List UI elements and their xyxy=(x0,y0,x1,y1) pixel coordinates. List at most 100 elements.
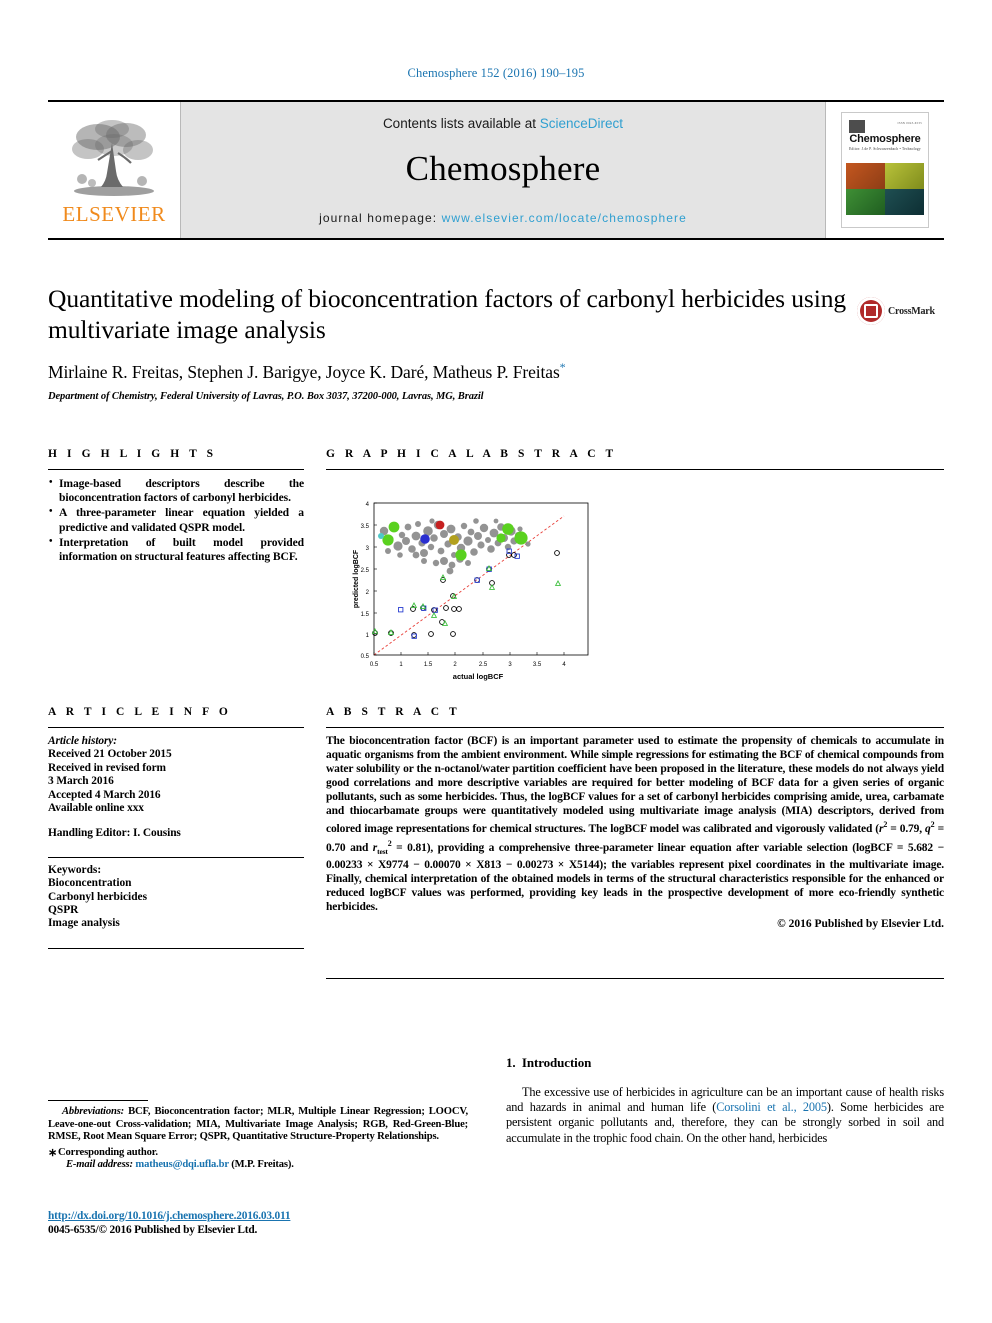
svg-text:1.5: 1.5 xyxy=(361,612,370,618)
keyword-item: Bioconcentration xyxy=(48,877,132,890)
cover-journal-title: Chemosphere xyxy=(849,133,921,145)
abstract-rule xyxy=(326,727,944,728)
cover-elsevier-logo-icon xyxy=(849,120,865,133)
journal-masthead: ELSEVIER Contents lists available at Sci… xyxy=(48,100,944,240)
highlights-rule xyxy=(48,469,304,470)
list-item: Image-based descriptors describe the bio… xyxy=(48,476,304,505)
abstract-heading: A B S T R A C T xyxy=(326,706,461,718)
homepage-prefix: journal homepage: xyxy=(319,210,442,225)
corresponding-author-note: Corresponding author. xyxy=(48,1147,468,1160)
svg-text:2: 2 xyxy=(366,590,370,596)
citation-link[interactable]: Corsolini et al., 2005 xyxy=(716,1100,827,1114)
crossmark-icon xyxy=(857,297,885,325)
affiliation: Department of Chemistry, Federal Univers… xyxy=(48,390,484,402)
cover-leaf-collage xyxy=(846,163,924,215)
graphical-abstract-rule xyxy=(326,469,944,470)
info-bottom-rule xyxy=(48,948,304,949)
email-note: E-mail address: matheus@dqi.ufla.br (M.P… xyxy=(48,1159,468,1172)
page-title: Quantitative modeling of bioconcentratio… xyxy=(48,284,847,344)
cover-quadrant-orange xyxy=(846,163,885,189)
sciencedirect-link[interactable]: ScienceDirect xyxy=(540,116,623,131)
svg-text:3.5: 3.5 xyxy=(533,662,542,668)
history-received: Received 21 October 2015 xyxy=(48,748,172,761)
author-names: Mirlaine R. Freitas, Stephen J. Barigye,… xyxy=(48,361,560,382)
contents-prefix: Contents lists available at xyxy=(382,115,540,131)
introduction-title: Introduction xyxy=(521,1055,592,1070)
svg-text:1: 1 xyxy=(366,633,370,639)
keywords-label: Keywords: xyxy=(48,863,102,876)
svg-text:2.5: 2.5 xyxy=(479,662,488,668)
svg-text:0.5: 0.5 xyxy=(370,662,379,668)
journal-title: Chemosphere xyxy=(405,148,601,188)
svg-text:4: 4 xyxy=(562,662,566,668)
journal-center-block: Contents lists available at ScienceDirec… xyxy=(180,102,826,238)
stat-r2-value: = 0.79, xyxy=(887,823,926,836)
footnotes-block: Abbreviations: BCF, Bioconcentration fac… xyxy=(48,1100,468,1172)
email-suffix: (M.P. Freitas). xyxy=(228,1159,294,1171)
email-link[interactable]: matheus@dqi.ufla.br xyxy=(135,1159,229,1170)
history-revised-date: 3 March 2016 xyxy=(48,775,114,788)
cover-quadrant-teal xyxy=(885,189,924,215)
elsevier-logo: ELSEVIER xyxy=(48,102,180,238)
svg-text:2: 2 xyxy=(453,662,457,668)
introduction-heading: 1. Introduction xyxy=(506,1055,944,1071)
handling-editor: Handling Editor: I. Cousins xyxy=(48,827,181,840)
svg-text:0.5: 0.5 xyxy=(361,654,370,660)
crossmark-badge[interactable]: CrossMark xyxy=(857,288,943,334)
history-accepted: Accepted 4 March 2016 xyxy=(48,788,161,801)
elsevier-tree-icon xyxy=(72,120,154,196)
article-history: Article history: Received 21 October 201… xyxy=(48,735,304,841)
equation-var-1: X9774 xyxy=(378,859,409,872)
history-label: Article history: xyxy=(48,735,117,747)
paper-page: Chemosphere 152 (2016) 190–195 ELSEVIER … xyxy=(0,0,992,1323)
abbreviations-label: Abbreviations: xyxy=(62,1106,125,1117)
graphical-abstract-section: G R A P H I C A L A B S T R A C T 4 3.5 … xyxy=(326,448,944,706)
graphical-abstract-scatter-chart: 4 3.5 3 2.5 2 1.5 1 0.5 0.5 1 1.5 2 2.5 … xyxy=(353,502,589,681)
running-head: Chemosphere 152 (2016) 190–195 xyxy=(407,66,585,80)
equation-var-2: X813 xyxy=(476,859,502,872)
article-info-rule xyxy=(48,727,304,728)
stat-rtest-subscript: test xyxy=(377,847,388,857)
keywords-block: Keywords: Bioconcentration Carbonyl herb… xyxy=(48,856,304,931)
abstract-part-1: The bioconcentration factor (BCF) is an … xyxy=(326,735,944,836)
doi-link[interactable]: http://dx.doi.org/10.1016/j.chemosphere.… xyxy=(48,1209,548,1223)
abstract-part-4: − 0.00273 × xyxy=(501,859,569,872)
article-info-section: A R T I C L E I N F O Article history: R… xyxy=(48,706,304,931)
email-label: E-mail address: xyxy=(66,1159,133,1171)
chart-y-axis-title: predicted logBCF xyxy=(353,549,360,608)
chart-x-axis-title: actual logBCF xyxy=(453,672,504,681)
history-revised-label: Received in revised form xyxy=(48,761,166,774)
cover-journal-subtitle: Editor: J.de P. Schwarzenbach • Technolo… xyxy=(849,147,921,151)
svg-text:1: 1 xyxy=(399,662,403,668)
svg-text:3: 3 xyxy=(508,662,512,668)
introduction-section: 1. Introduction The excessive use of her… xyxy=(506,1055,944,1146)
keyword-item: QSPR xyxy=(48,904,79,917)
svg-text:1.5: 1.5 xyxy=(424,662,433,668)
equation-var-3: X5144 xyxy=(568,859,600,872)
doi-footer: http://dx.doi.org/10.1016/j.chemosphere.… xyxy=(48,1209,548,1237)
abstract-section: A B S T R A C T The bioconcentration fac… xyxy=(326,706,944,930)
corresponding-author-marker: * xyxy=(559,360,566,374)
author-list: Mirlaine R. Freitas, Stephen J. Barigye,… xyxy=(48,360,848,383)
cover-quadrant-green xyxy=(846,189,885,215)
svg-text:3: 3 xyxy=(366,546,370,552)
footnote-rule xyxy=(48,1100,148,1101)
article-info-heading: A R T I C L E I N F O xyxy=(48,706,232,718)
contents-line: Contents lists available at ScienceDirec… xyxy=(383,116,623,131)
journal-cover-thumbnail: ISSN 0045-6535 Chemosphere Editor: J.de … xyxy=(826,102,944,238)
abstract-copyright: © 2016 Published by Elsevier Ltd. xyxy=(777,917,944,930)
abstract-bottom-rule xyxy=(326,978,944,979)
graphical-abstract-heading: G R A P H I C A L A B S T R A C T xyxy=(326,448,617,460)
highlights-list: Image-based descriptors describe the bio… xyxy=(48,476,304,564)
svg-text:3.5: 3.5 xyxy=(361,524,370,530)
cover-quadrant-yellow xyxy=(885,163,924,189)
introduction-number: 1. xyxy=(506,1055,516,1070)
abstract-part-3: − 0.00070 × xyxy=(408,859,477,872)
issn-copyright-line: 0045-6535/© 2016 Published by Elsevier L… xyxy=(48,1224,258,1236)
homepage-url-link[interactable]: www.elsevier.com/locate/chemosphere xyxy=(442,211,687,225)
cover-issn-badge: ISSN 0045-6535 xyxy=(897,121,922,125)
list-item: A three-parameter linear equation yielde… xyxy=(48,505,304,534)
list-item: Interpretation of built model provided i… xyxy=(48,535,304,564)
keyword-item: Image analysis xyxy=(48,917,120,930)
keyword-item: Carbonyl herbicides xyxy=(48,890,148,903)
